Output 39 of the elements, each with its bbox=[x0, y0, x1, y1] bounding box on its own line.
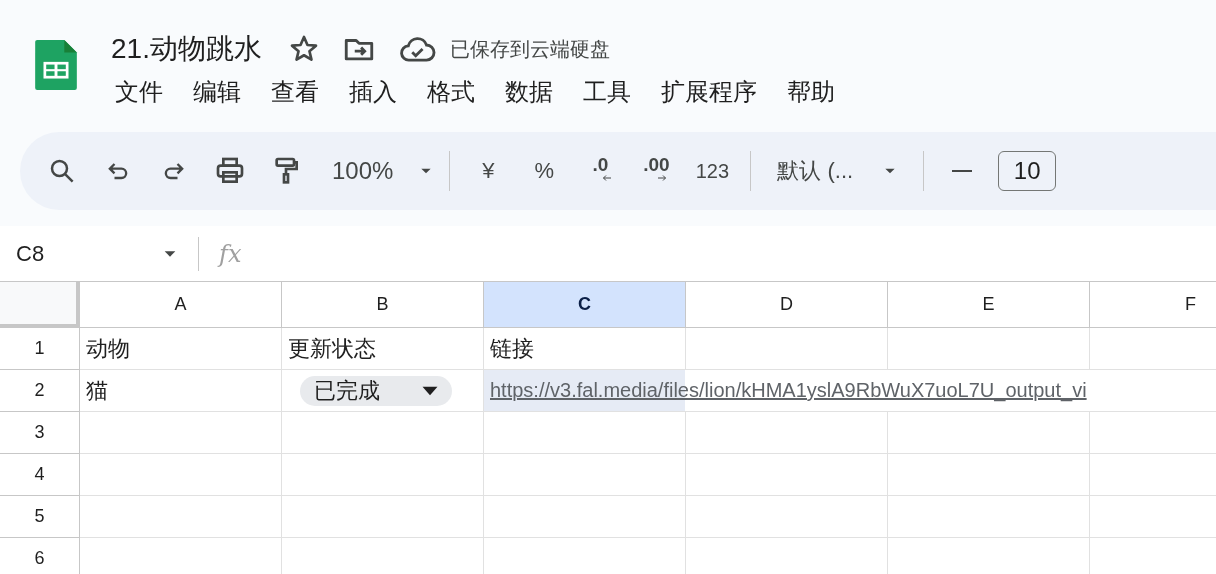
font-size-field[interactable]: 10 bbox=[998, 151, 1057, 191]
percent-button[interactable]: % bbox=[516, 149, 573, 193]
table-cell-text: 链接 bbox=[489, 335, 535, 363]
menu-item[interactable]: 工具 bbox=[575, 72, 639, 112]
row-header[interactable]: 1 bbox=[0, 328, 80, 370]
menu-item[interactable]: 查看 bbox=[263, 72, 327, 112]
document-title[interactable]: 21.动物跳水 bbox=[111, 30, 262, 68]
column-header[interactable]: D bbox=[686, 282, 888, 328]
number-format-button[interactable]: 123 bbox=[684, 149, 741, 193]
column-header[interactable]: B bbox=[282, 282, 484, 328]
menu-item[interactable]: 插入 bbox=[341, 72, 405, 112]
status-dropdown-chip[interactable]: 已完成 bbox=[300, 376, 452, 406]
formula-icon: fx bbox=[219, 239, 242, 268]
row-header[interactable]: 2 bbox=[0, 370, 80, 412]
menu-item[interactable]: 编辑 bbox=[185, 72, 249, 112]
save-status: 已保存到云端硬盘 bbox=[449, 36, 610, 62]
decrease-decimal-button[interactable]: .0 bbox=[572, 149, 629, 193]
menu-item[interactable]: 帮助 bbox=[779, 72, 843, 112]
menu-item[interactable]: 格式 bbox=[419, 72, 483, 112]
column-header[interactable]: C bbox=[484, 282, 686, 328]
font-select[interactable]: 默认 (... bbox=[761, 149, 914, 193]
menu-item[interactable]: 扩展程序 bbox=[653, 72, 765, 112]
table-cell-text: 动物 bbox=[85, 335, 131, 363]
link[interactable]: https://v3.fal.media/files/lion/kHMA1yslA9RbWuX7uoL7U_output_vi bbox=[490, 379, 1087, 402]
zoom-select[interactable]: 100% bbox=[314, 149, 440, 193]
table-cell-text: 猫 bbox=[85, 377, 109, 405]
row-header[interactable]: 5 bbox=[0, 496, 80, 538]
name-box[interactable]: C8 bbox=[0, 240, 178, 267]
row-header[interactable]: 4 bbox=[0, 454, 80, 496]
table-cell-text: 更新状态 bbox=[287, 335, 377, 363]
column-header[interactable]: A bbox=[80, 282, 282, 328]
menu-item[interactable]: 数据 bbox=[497, 72, 561, 112]
column-header[interactable]: F bbox=[1090, 282, 1216, 328]
minus-icon bbox=[952, 170, 973, 172]
row-header[interactable]: 3 bbox=[0, 412, 80, 454]
increase-decimal-button[interactable]: .00 bbox=[628, 149, 685, 193]
column-header[interactable]: E bbox=[888, 282, 1090, 328]
menu-item[interactable]: 文件 bbox=[107, 72, 171, 112]
currency-button[interactable]: ¥ bbox=[460, 149, 517, 193]
